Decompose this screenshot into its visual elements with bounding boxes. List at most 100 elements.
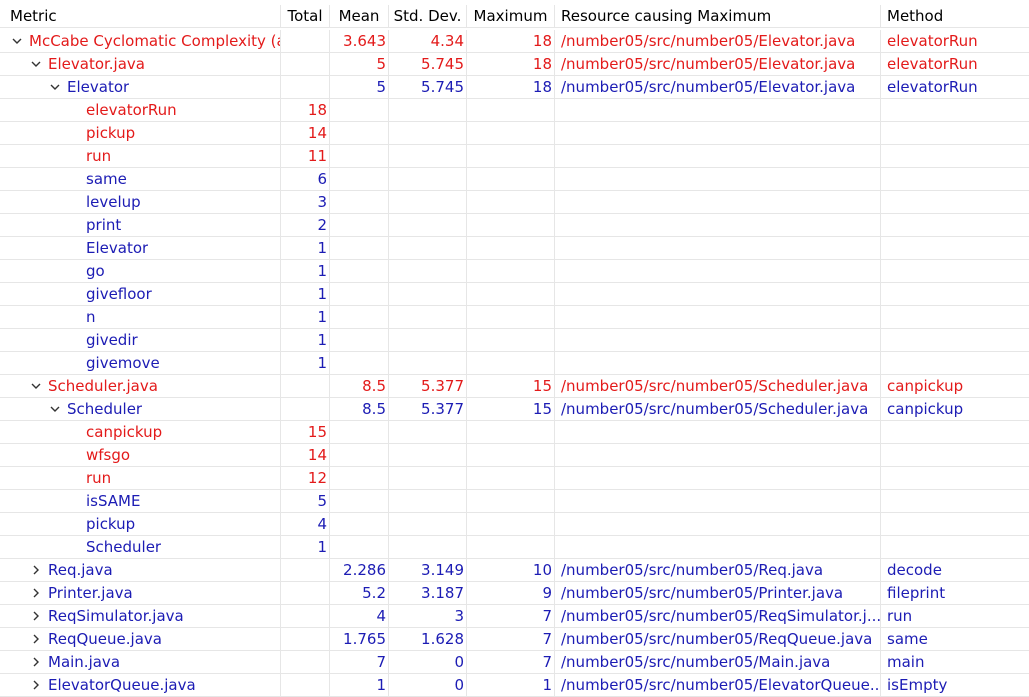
metric-label: givedir xyxy=(86,330,138,349)
maximum-cell xyxy=(467,305,555,329)
table-row[interactable]: n1 xyxy=(0,305,1029,329)
resource-cell xyxy=(555,213,881,237)
std-dev-cell xyxy=(389,121,467,145)
std-dev-cell xyxy=(389,305,467,329)
resource-cell xyxy=(555,121,881,145)
maximum-cell: 18 xyxy=(467,52,555,76)
chevron-right-icon[interactable] xyxy=(29,634,43,644)
mean-cell xyxy=(330,351,389,375)
column-header-metric[interactable]: Metric xyxy=(0,4,281,28)
method-cell xyxy=(881,283,1029,306)
mean-cell: 5 xyxy=(330,75,389,99)
chevron-down-icon[interactable] xyxy=(48,84,62,90)
maximum-cell xyxy=(467,351,555,375)
resource-cell xyxy=(555,466,881,490)
maximum-cell xyxy=(467,190,555,214)
table-row[interactable]: go 1 xyxy=(0,259,1029,283)
total-cell xyxy=(281,558,330,582)
column-header-maximum[interactable]: Maximum xyxy=(467,4,555,28)
table-row[interactable]: run 11 xyxy=(0,144,1029,168)
table-row[interactable]: wfsgo 14 xyxy=(0,443,1029,467)
method-cell xyxy=(881,191,1029,214)
std-dev-cell: 3.187 xyxy=(389,581,467,605)
mean-cell xyxy=(330,236,389,260)
max-header-label: Maximum xyxy=(473,6,548,25)
total-cell xyxy=(281,397,330,421)
resource-cell: /number05/src/number05/Scheduler.java xyxy=(555,374,881,398)
column-header-resource[interactable]: Resource causing Maximum xyxy=(555,4,881,28)
table-row[interactable]: Scheduler 1 xyxy=(0,535,1029,559)
column-header-total[interactable]: Total xyxy=(281,4,330,28)
chevron-down-icon[interactable] xyxy=(10,38,24,44)
table-row[interactable]: Scheduler 8.5 5.377 15/number05/src/number0… xyxy=(0,397,1029,421)
chevron-right-icon[interactable] xyxy=(29,611,43,621)
total-cell: 14 xyxy=(281,121,330,145)
mean-cell: 1 xyxy=(330,673,389,697)
table-row[interactable]: Elevator 1 xyxy=(0,236,1029,260)
column-header-mean[interactable]: Mean xyxy=(330,4,389,28)
maximum-cell xyxy=(467,144,555,168)
metric-label: McCabe Cyclomatic Complexity (av xyxy=(29,31,280,50)
table-row[interactable]: same 6 xyxy=(0,167,1029,191)
maximum-cell xyxy=(467,167,555,191)
std-header-label: Std. Dev. xyxy=(393,6,462,25)
table-row[interactable]: Elevator.java 5 5.745 18/number05/src/numbe… xyxy=(0,52,1029,76)
table-row[interactable]: pickup 4 xyxy=(0,512,1029,536)
std-dev-cell xyxy=(389,535,467,559)
mean-cell: 1.765 xyxy=(330,627,389,651)
table-row[interactable]: elevatorRun 18 xyxy=(0,98,1029,122)
chevron-down-icon[interactable] xyxy=(48,406,62,412)
table-row[interactable]: Printer.java 5.2 3.187 9/number05/src/numbe… xyxy=(0,581,1029,605)
std-dev-cell xyxy=(389,489,467,513)
metric-cell: Main.java xyxy=(0,650,281,674)
metric-cell: same xyxy=(0,167,281,191)
table-row[interactable]: givedir 1 xyxy=(0,328,1029,352)
table-row[interactable]: Scheduler.java 8.5 5.377 15/number05/src/nu… xyxy=(0,374,1029,398)
table-row[interactable]: Main.java 7 0 7/number05/src/number05/Main.… xyxy=(0,650,1029,674)
table-row[interactable]: givefloor 1 xyxy=(0,282,1029,306)
chevron-right-icon[interactable] xyxy=(29,680,43,690)
column-header-method[interactable]: Method xyxy=(881,5,1029,28)
table-row[interactable]: levelup 3 xyxy=(0,190,1029,214)
metric-label: Elevator.java xyxy=(48,54,145,73)
chevron-down-icon[interactable] xyxy=(29,61,43,67)
metric-cell: Elevator xyxy=(0,75,281,99)
table-row[interactable]: Req.java 2.286 3.149 10/number05/src/number… xyxy=(0,558,1029,582)
std-dev-cell xyxy=(389,213,467,237)
table-row[interactable]: pickup 14 xyxy=(0,121,1029,145)
std-dev-cell xyxy=(389,466,467,490)
std-dev-cell: 4.34 xyxy=(389,29,467,53)
table-row[interactable]: run 12 xyxy=(0,466,1029,490)
metrics-tree-table: Metric Total Mean Std. Dev. Maximum Reso… xyxy=(0,0,1029,697)
metric-label: pickup xyxy=(86,123,136,142)
table-row[interactable]: ReqSimulator.java 4 3 7/number05/src/number… xyxy=(0,604,1029,628)
mean-cell xyxy=(330,535,389,559)
std-dev-cell: 3 xyxy=(389,604,467,628)
resource-cell xyxy=(555,328,881,352)
metric-cell: canpickup xyxy=(0,420,281,444)
maximum-cell: 10 xyxy=(467,558,555,582)
mean-cell xyxy=(330,305,389,329)
method-header-label: Method xyxy=(887,6,944,25)
std-dev-cell: 5.377 xyxy=(389,374,467,398)
metric-cell: Elevator xyxy=(0,236,281,260)
metric-label: elevatorRun xyxy=(86,100,177,119)
table-row[interactable]: ElevatorQueue.java 1 0 1/number05/src/numbe… xyxy=(0,673,1029,697)
column-header-std-dev[interactable]: Std. Dev. xyxy=(389,4,467,28)
table-row[interactable]: McCabe Cyclomatic Complexity (av 3.643 4.3… xyxy=(0,29,1029,53)
table-row[interactable]: canpickup 15 xyxy=(0,420,1029,444)
chevron-right-icon[interactable] xyxy=(29,657,43,667)
metric-cell: go xyxy=(0,259,281,283)
table-row[interactable]: print 2 xyxy=(0,213,1029,237)
metric-label: Scheduler.java xyxy=(48,376,158,395)
chevron-right-icon[interactable] xyxy=(29,565,43,575)
chevron-right-icon[interactable] xyxy=(29,588,43,598)
maximum-cell xyxy=(467,236,555,260)
table-row[interactable]: Elevator 5 5.745 18/number05/src/number05/E… xyxy=(0,75,1029,99)
resource-cell xyxy=(555,282,881,306)
table-row[interactable]: isSAME 5 xyxy=(0,489,1029,513)
table-row[interactable]: givemove 1 xyxy=(0,351,1029,375)
chevron-down-icon[interactable] xyxy=(29,383,43,389)
metric-label: n xyxy=(86,307,96,326)
table-row[interactable]: ReqQueue.java 1.765 1.628 7/number05/src/nu… xyxy=(0,627,1029,651)
